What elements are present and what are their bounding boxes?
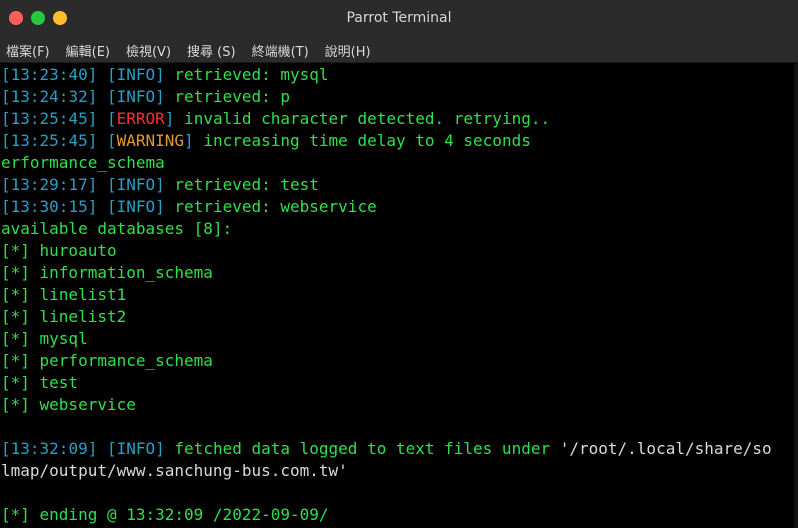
log-level: WARNING (116, 131, 185, 150)
bullet: [*] (1, 351, 40, 370)
database-name: test (39, 373, 79, 392)
database-name: mysql (39, 329, 88, 348)
bullet: [*] (1, 395, 40, 414)
log-level: INFO (116, 87, 156, 106)
log-level: INFO (116, 175, 156, 194)
bracket: ] (155, 87, 165, 106)
database-name: linelist1 (39, 285, 127, 304)
bracket: [ (1, 439, 11, 458)
output-path-continued: lmap/output/www.sanchung-bus.com.tw' (1, 461, 348, 480)
database-name: huroauto (39, 241, 117, 260)
database-item: [*] mysql (1, 328, 798, 350)
log-line: [13:29:17] [INFO] retrieved: test (1, 174, 798, 196)
log-line: [13:30:15] [INFO] retrieved: webservice (1, 196, 798, 218)
bracket: [ (1, 197, 11, 216)
log-level: INFO (116, 65, 156, 84)
timestamp: 13:30:15 (10, 197, 88, 216)
bracket: ] [ (87, 87, 117, 106)
log-message: increasing time delay to 4 seconds (193, 131, 531, 150)
database-item: [*] information_schema (1, 262, 798, 284)
bracket: ] (164, 109, 175, 128)
database-item: [*] huroauto (1, 240, 798, 262)
bullet: [*] (1, 307, 40, 326)
timestamp: 13:24:32 (10, 87, 88, 106)
timestamp: 13:29:17 (10, 175, 88, 194)
log-message: fetched data logged to text files under (164, 439, 560, 458)
bullet: [*] (1, 263, 40, 282)
log-message: retrieved: mysql (164, 65, 329, 84)
database-item: [*] performance_schema (1, 350, 798, 372)
bracket: [ (1, 109, 11, 128)
bracket: ] (155, 175, 165, 194)
bracket: ] (155, 65, 165, 84)
log-line: [13:23:40] [INFO] retrieved: mysql (1, 64, 798, 86)
log-message: invalid character detected. retrying.. (174, 109, 551, 128)
database-item: [*] linelist1 (1, 284, 798, 306)
terminal-window: Parrot Terminal 檔案(F) 編輯(E) 檢視(V) 搜尋 (S)… (0, 0, 798, 528)
log-level: INFO (116, 197, 156, 216)
database-name: performance_schema (39, 351, 213, 370)
bracket: ] (184, 131, 194, 150)
bracket: [ (1, 175, 11, 194)
menu-edit[interactable]: 編輯(E) (66, 41, 110, 60)
bullet: [*] (1, 285, 40, 304)
output-path: '/root/.local/share/so (559, 439, 772, 458)
log-line: [13:25:45] [WARNING] increasing time del… (1, 130, 798, 152)
bracket: [ (1, 131, 11, 150)
log-message: retrieved: p (164, 87, 291, 106)
database-item: [*] linelist2 (1, 306, 798, 328)
bracket: [ (1, 65, 11, 84)
menu-bar: 檔案(F) 編輯(E) 檢視(V) 搜尋 (S) 終端機(T) 說明(H) (0, 38, 798, 63)
database-name: linelist2 (39, 307, 127, 326)
bracket: ] [ (87, 175, 117, 194)
timestamp: 13:23:40 (10, 65, 88, 84)
database-name: webservice (39, 395, 136, 414)
timestamp: 13:25:45 (10, 131, 88, 150)
output-line: erformance_schema (1, 153, 165, 172)
output-line: available databases [8]: (1, 219, 233, 238)
menu-terminal[interactable]: 終端機(T) (252, 41, 309, 60)
bracket: ] (155, 197, 165, 216)
database-name: information_schema (39, 263, 213, 282)
bullet: [*] (1, 329, 40, 348)
bracket: ] [ (87, 197, 117, 216)
window-title: Parrot Terminal (346, 10, 452, 26)
log-level: ERROR (116, 109, 165, 128)
log-level: INFO (116, 439, 156, 458)
log-line: [13:24:32] [INFO] retrieved: p (1, 86, 798, 108)
menu-help[interactable]: 說明(H) (325, 41, 371, 60)
menu-view[interactable]: 檢視(V) (126, 41, 171, 60)
bracket: ] [ (87, 65, 117, 84)
bullet: [*] (1, 373, 40, 392)
title-bar: Parrot Terminal (0, 0, 798, 38)
database-item: [*] test (1, 372, 798, 394)
bracket: ] [ (87, 131, 117, 150)
timestamp: 13:25:45 (10, 109, 88, 128)
bracket: ] (155, 439, 165, 458)
log-message: retrieved: webservice (164, 197, 377, 216)
scrollbar[interactable] (794, 62, 798, 528)
log-message: retrieved: test (164, 175, 319, 194)
timestamp: 13:32:09 (10, 439, 88, 458)
bracket: ] [ (87, 439, 117, 458)
log-line: [13:32:09] [INFO] fetched data logged to… (1, 438, 798, 460)
database-item: [*] webservice (1, 394, 798, 416)
menu-search[interactable]: 搜尋 (S) (187, 41, 236, 60)
terminal-output[interactable]: [13:23:40] [INFO] retrieved: mysql [13:2… (0, 63, 798, 526)
menu-file[interactable]: 檔案(F) (6, 41, 50, 60)
ending-line: [*] ending @ 13:32:09 /2022-09-09/ (1, 505, 329, 524)
log-line: [13:25:45] [ERROR] invalid character det… (1, 108, 798, 130)
bullet: [*] (1, 241, 40, 260)
bracket: [ (1, 87, 11, 106)
bracket: ] [ (87, 109, 117, 128)
